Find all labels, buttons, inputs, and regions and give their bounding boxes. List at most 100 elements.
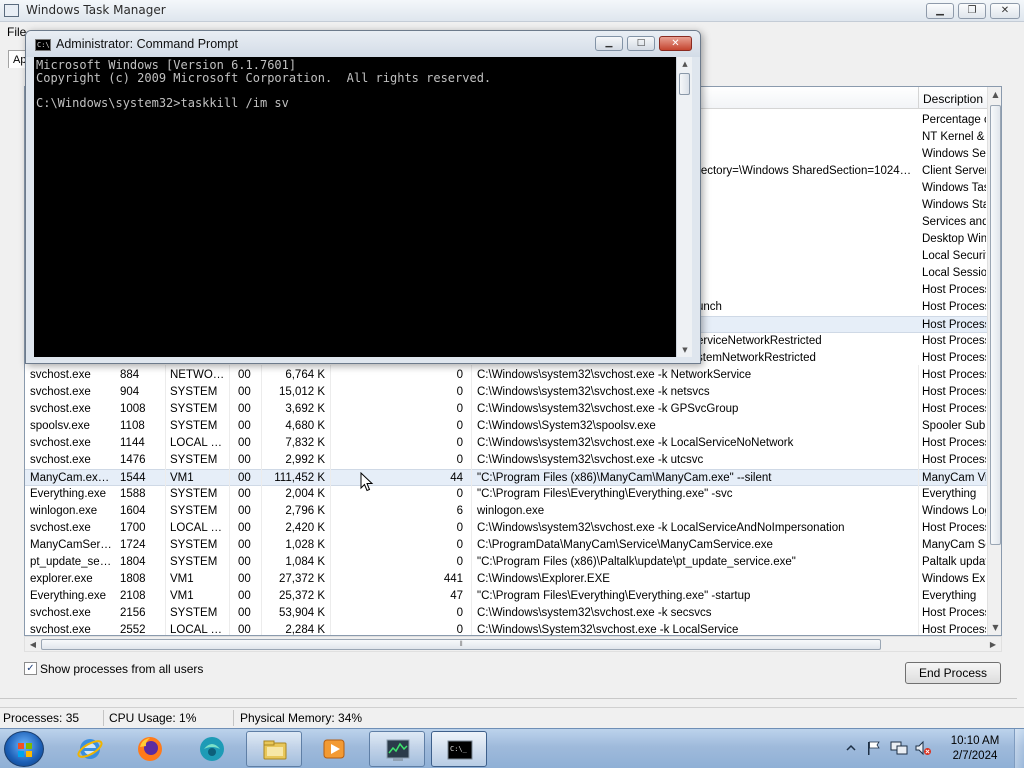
scroll-down-arrow-icon[interactable]: ▼ — [988, 620, 1001, 635]
table-row[interactable]: svchost.exe 904 SYSTEM 00 15,012 K 0 C:\Window… — [25, 384, 987, 401]
taskbar-globe-app[interactable] — [184, 731, 240, 767]
status-separator — [103, 710, 104, 726]
column-divider — [261, 365, 262, 635]
console-output[interactable]: Microsoft Windows [Version 6.1.7601] Cop… — [34, 57, 676, 357]
vertical-scrollbar[interactable]: ▲ ▼ — [987, 87, 1001, 635]
end-process-button[interactable]: End Process — [905, 662, 1001, 684]
user-name-cell: VM1 — [170, 573, 194, 585]
minimize-button[interactable]: ▁ — [926, 3, 954, 19]
horizontal-scrollbar[interactable]: ◀ ⦀ ▶ — [24, 636, 1002, 652]
taskbar-internet-explorer[interactable] — [62, 731, 118, 767]
svg-text:C:\_: C:\_ — [450, 745, 468, 753]
taskbar-firefox[interactable] — [122, 731, 178, 767]
description-cell: Windows Log — [922, 505, 986, 517]
table-row[interactable]: svchost.exe 1476 SYSTEM 00 2,992 K 0 C:\Window… — [25, 452, 987, 469]
volume-muted-icon[interactable] — [914, 740, 932, 756]
memory-cell: 1,084 K — [285, 556, 325, 568]
horizontal-scroll-thumb[interactable]: ⦀ — [41, 639, 881, 650]
table-row[interactable]: winlogon.exe 1604 SYSTEM 00 2,796 K 6 winlogon… — [25, 503, 987, 520]
task-manager-app-icon — [4, 4, 19, 17]
memory-cell: 27,372 K — [278, 573, 325, 585]
taskbar-command-prompt[interactable]: C:\_ — [431, 731, 487, 767]
status-separator — [233, 710, 234, 726]
table-row[interactable]: pt_update_se… 1804 SYSTEM 00 1,084 K 0 "C:\Pro… — [25, 554, 987, 571]
scroll-up-arrow-icon[interactable]: ▲ — [988, 87, 1001, 102]
vertical-scroll-thumb[interactable] — [990, 105, 1001, 545]
cmd-scroll-up-arrow-icon[interactable]: ▲ — [677, 57, 693, 71]
edge-like-globe-icon — [200, 737, 224, 761]
table-row[interactable]: explorer.exe 1808 VM1 00 27,372 K 441 C:\Windo… — [25, 571, 987, 588]
process-name-cell: svchost.exe — [30, 522, 91, 534]
close-button[interactable]: ✕ — [990, 3, 1020, 19]
table-row[interactable]: svchost.exe 2552 LOCAL … 00 2,284 K 0 C:\Windo… — [25, 622, 987, 636]
table-row[interactable]: svchost.exe 2156 SYSTEM 00 53,904 K 0 C:\Windo… — [25, 605, 987, 622]
action-center-flag-icon[interactable] — [866, 740, 882, 756]
description-cell: Local Session — [922, 267, 986, 279]
description-cell: NT Kernel & S — [922, 131, 986, 143]
command-prompt-window[interactable]: C:\ Administrator: Command Prompt ▁ □ ✕ … — [25, 30, 701, 364]
column-six-cell: 47 — [450, 590, 463, 602]
table-row[interactable]: svchost.exe 884 NETWO… 00 6,764 K 0 C:\Windows… — [25, 367, 987, 384]
system-clock[interactable]: 10:10 AM 2/7/2024 — [940, 734, 1010, 764]
restore-button[interactable]: ❐ — [958, 3, 986, 19]
task-manager-titlebar[interactable]: Windows Task Manager ▁ ❐ ✕ — [0, 0, 1024, 22]
process-name-cell: explorer.exe — [30, 573, 93, 585]
taskbar-task-manager[interactable] — [369, 731, 425, 767]
process-name-cell: svchost.exe — [30, 607, 91, 619]
table-row[interactable]: ManyCamSer… 1724 SYSTEM 00 1,028 K 0 C:\Progra… — [25, 537, 987, 554]
command-prompt-titlebar[interactable]: C:\ Administrator: Command Prompt ▁ □ ✕ — [26, 31, 700, 57]
media-player-icon — [323, 739, 345, 759]
show-desktop-button[interactable] — [1014, 729, 1024, 768]
table-row[interactable]: Everything.exe 1588 SYSTEM 00 2,004 K 0 "C:\Pr… — [25, 486, 987, 503]
cmd-close-button[interactable]: ✕ — [659, 36, 692, 51]
pid-cell: 904 — [120, 386, 140, 398]
cmd-minimize-button[interactable]: ▁ — [595, 36, 623, 51]
column-six-cell: 0 — [456, 539, 463, 551]
memory-cell: 1,028 K — [285, 539, 325, 551]
network-icon[interactable] — [890, 740, 908, 756]
cmd-vertical-scrollbar[interactable]: ▲ ▼ — [676, 57, 692, 357]
description-cell: Percentage o — [922, 114, 986, 126]
cpu-cell: 00 — [238, 590, 251, 602]
description-cell: Spooler SubS — [922, 420, 986, 432]
column-header-description[interactable]: Description — [918, 87, 983, 109]
cpu-cell: 00 — [238, 522, 251, 534]
task-manager-title: Windows Task Manager — [26, 3, 166, 17]
scroll-left-arrow-icon[interactable]: ◀ — [25, 637, 41, 652]
checkbox-check-icon[interactable]: ✓ — [24, 662, 37, 675]
user-name-cell: SYSTEM — [170, 539, 218, 551]
show-hidden-icons-chevron-icon[interactable] — [846, 743, 856, 753]
table-row[interactable]: svchost.exe 1144 LOCAL … 00 7,832 K 0 C:\Windo… — [25, 435, 987, 452]
process-name-cell: svchost.exe — [30, 624, 91, 636]
description-cell: ManyCam Vir — [922, 472, 986, 484]
start-button[interactable] — [4, 731, 44, 767]
taskbar-file-explorer[interactable] — [246, 731, 302, 767]
memory-cell: 3,692 K — [285, 403, 325, 415]
column-six-cell: 0 — [456, 437, 463, 449]
cpu-cell: 00 — [238, 369, 251, 381]
menu-file[interactable]: File — [7, 25, 26, 39]
command-line-cell: "C:\Program Files\Everything\Everything.… — [477, 590, 751, 602]
process-name-cell: ManyCam.ex… — [30, 472, 110, 484]
cmd-scroll-thumb[interactable] — [679, 73, 690, 95]
user-name-cell: LOCAL … — [170, 437, 222, 449]
memory-cell: 6,764 K — [285, 369, 325, 381]
table-row[interactable]: svchost.exe 1008 SYSTEM 00 3,692 K 0 C:\Window… — [25, 401, 987, 418]
scroll-right-arrow-icon[interactable]: ▶ — [985, 637, 1001, 652]
show-all-users-label: Show processes from all users — [40, 662, 204, 676]
description-cell: Windows Sta — [922, 199, 986, 211]
command-line-cell: C:\Windows\system32\svchost.exe -k Local… — [477, 522, 845, 534]
pid-cell: 1804 — [120, 556, 146, 568]
taskbar-media-player[interactable] — [306, 731, 362, 767]
table-row[interactable]: svchost.exe 1700 LOCAL … 00 2,420 K 0 C:\Windo… — [25, 520, 987, 537]
table-row[interactable]: ManyCam.ex… 1544 VM1 00 111,452 K 44 "C:\Progr… — [25, 469, 987, 486]
process-name-cell: Everything.exe — [30, 590, 107, 602]
file-explorer-icon — [263, 740, 287, 760]
column-divider — [165, 365, 166, 635]
cmd-maximize-button[interactable]: □ — [627, 36, 655, 51]
table-row[interactable]: Everything.exe 2108 VM1 00 25,372 K 47 "C:\Pro… — [25, 588, 987, 605]
cmd-scroll-down-arrow-icon[interactable]: ▼ — [677, 343, 693, 357]
process-name-cell: Everything.exe — [30, 488, 107, 500]
mouse-pointer-icon — [360, 472, 374, 492]
table-row[interactable]: spoolsv.exe 1108 SYSTEM 00 4,680 K 0 C:\Window… — [25, 418, 987, 435]
